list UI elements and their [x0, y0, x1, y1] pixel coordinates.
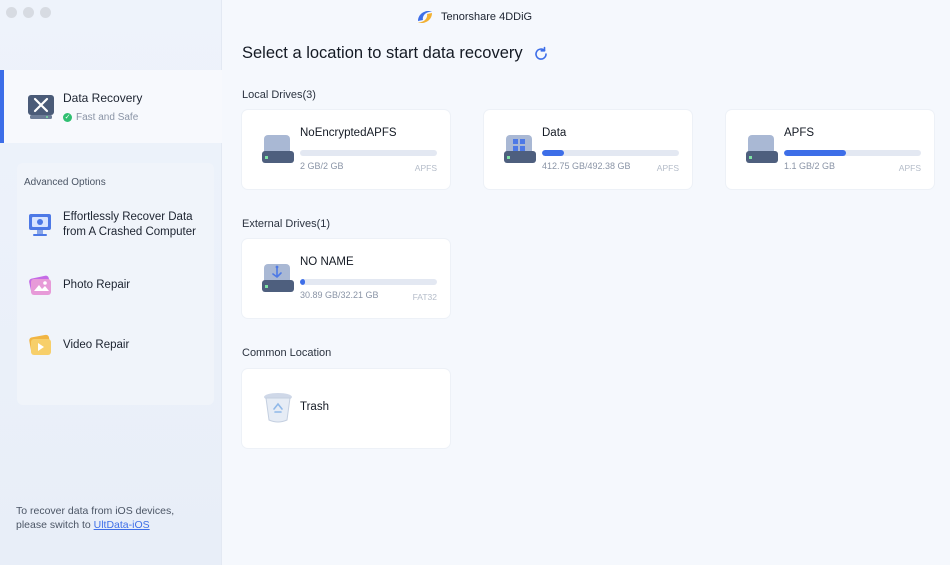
- drive-card-apfs[interactable]: APFS 1.1 GB/2 GB APFS: [726, 110, 934, 189]
- common-location-label: Common Location: [242, 347, 332, 359]
- ultdata-ios-link[interactable]: UltData-iOS: [94, 519, 150, 531]
- drive-size: 412.75 GB/492.38 GB: [542, 161, 631, 171]
- drive-card-noencryptedapfs[interactable]: NoEncryptedAPFS 2 GB/2 GB APFS: [242, 110, 450, 189]
- app-title-text: Tenorshare 4DDiG: [441, 11, 533, 23]
- drive-usage-fill: [300, 279, 306, 285]
- subtitle-text: Fast and Safe: [76, 112, 139, 123]
- drive-usage-bar: [784, 150, 921, 156]
- ios-note-line2: please switch to UltData-iOS: [16, 518, 216, 532]
- drive-size: 2 GB/2 GB: [300, 161, 344, 171]
- drive-filesystem: APFS: [414, 163, 437, 173]
- trash-icon: [264, 393, 292, 423]
- drive-name: NoEncryptedAPFS: [300, 127, 397, 139]
- check-icon: ✓: [63, 113, 72, 122]
- drive-filesystem: APFS: [656, 163, 679, 173]
- drive-size: 1.1 GB/2 GB: [784, 161, 836, 171]
- drive-usage-fill: [784, 150, 846, 156]
- drive-card-no-name[interactable]: NO NAME 30.89 GB/32.21 GB FAT32: [242, 239, 450, 318]
- photo-repair-label: Photo Repair: [63, 279, 131, 291]
- hard-drive-icon: [746, 135, 778, 163]
- drive-filesystem: FAT32: [412, 292, 437, 302]
- drive-usage-bar: [300, 150, 437, 156]
- refresh-icon[interactable]: [533, 46, 549, 62]
- advanced-options-panel: Advanced Options Effortlessly Recover Da…: [17, 163, 214, 405]
- drive-size: 30.89 GB/32.21 GB: [300, 290, 379, 300]
- data-recovery-icon: [28, 95, 54, 119]
- sidebar-item-photo-repair[interactable]: Photo Repair: [17, 265, 214, 305]
- active-indicator: [0, 70, 4, 143]
- crashed-computer-label-line1: Effortlessly Recover Data: [63, 211, 193, 223]
- local-drives-label: Local Drives(3): [242, 89, 316, 101]
- ios-note: To recover data from iOS devices, please…: [16, 504, 216, 532]
- drive-name: NO NAME: [300, 256, 354, 268]
- hard-drive-icon: [262, 135, 294, 163]
- ios-note-prefix: please switch to: [16, 519, 94, 531]
- sidebar-item-crashed-computer[interactable]: Effortlessly Recover Data from A Crashed…: [17, 205, 214, 245]
- app-window: Data Recovery ✓ Fast and Safe Advanced O…: [0, 0, 950, 565]
- zoom-window-button[interactable]: [40, 7, 51, 18]
- photo-repair-icon: [29, 275, 51, 295]
- app-title: Tenorshare 4DDiG: [415, 7, 532, 27]
- close-window-button[interactable]: [6, 7, 17, 18]
- minimize-window-button[interactable]: [23, 7, 34, 18]
- sidebar-item-subtitle: ✓ Fast and Safe: [63, 112, 138, 123]
- drive-usage-bar: [300, 279, 437, 285]
- app-logo-icon: [418, 11, 432, 23]
- drive-usage-fill: [542, 150, 564, 156]
- crashed-computer-label-line2: from A Crashed Computer: [63, 226, 196, 238]
- sidebar-item-label: Data Recovery: [63, 91, 143, 105]
- ios-note-line1: To recover data from iOS devices,: [16, 505, 175, 517]
- window-controls: [6, 7, 51, 18]
- sidebar-item-data-recovery[interactable]: Data Recovery ✓ Fast and Safe: [0, 70, 222, 143]
- sidebar-item-video-repair[interactable]: Video Repair: [17, 325, 214, 365]
- usb-drive-icon: [262, 264, 294, 292]
- location-card-trash[interactable]: Trash: [242, 369, 450, 448]
- sidebar: Data Recovery ✓ Fast and Safe Advanced O…: [0, 0, 222, 565]
- drive-usage-bar: [542, 150, 679, 156]
- drive-filesystem: APFS: [898, 163, 921, 173]
- advanced-options-title: Advanced Options: [24, 177, 106, 188]
- drive-card-data[interactable]: Data 412.75 GB/492.38 GB APFS: [484, 110, 692, 189]
- external-drives-label: External Drives(1): [242, 218, 331, 230]
- page-title: Select a location to start data recovery: [242, 44, 549, 63]
- page-title-text: Select a location to start data recovery: [242, 44, 523, 62]
- drive-name: APFS: [784, 127, 815, 139]
- location-name: Trash: [300, 401, 329, 413]
- video-repair-icon: [29, 334, 51, 355]
- drive-name: Data: [542, 127, 567, 139]
- video-repair-label: Video Repair: [63, 339, 130, 351]
- crashed-computer-icon: [29, 214, 51, 236]
- system-drive-icon: [504, 135, 536, 163]
